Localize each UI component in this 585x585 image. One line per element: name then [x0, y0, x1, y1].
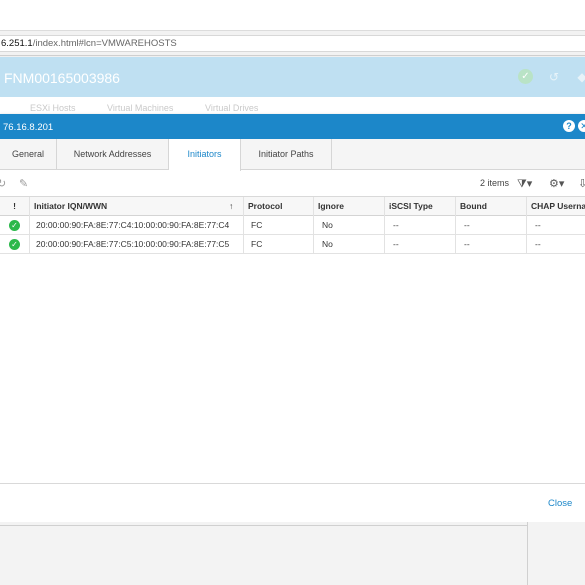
col-ignore[interactable]: Ignore [314, 197, 385, 216]
bound-cell: -- [456, 235, 527, 254]
header-icons: ✓ ↺ ◆ [518, 69, 585, 84]
status-cell: ✓ [0, 235, 30, 254]
export-icon[interactable]: ⇩ [578, 177, 585, 190]
col-initiator-iqn-label: Initiator IQN/WWN [34, 201, 108, 211]
gear-icon[interactable]: ⚙▾ [549, 177, 564, 190]
refresh-icon[interactable]: ↻ [0, 177, 6, 190]
col-bound[interactable]: Bound [456, 197, 527, 216]
url-host: 6.251.1 [1, 38, 33, 49]
background-panel [0, 522, 585, 585]
history-icon[interactable]: ↺ [547, 70, 561, 84]
col-chap-username[interactable]: CHAP Username [527, 197, 585, 216]
dialog-footer: Close [0, 483, 585, 522]
dialog-titlebar: 76.16.8.201 ? ✕ [0, 114, 585, 139]
divider [0, 525, 527, 526]
edit-icon[interactable]: ✎ [19, 177, 28, 190]
ignore-cell: No [314, 235, 385, 254]
subtab-virtual-machines[interactable]: Virtual Machines [107, 103, 173, 113]
dialog-title: 76.16.8.201 [3, 122, 54, 133]
iqn-cell: 20:00:00:90:FA:8E:77:C5:10:00:00:90:FA:8… [30, 235, 244, 254]
tab-initiator-paths[interactable]: Initiator Paths [241, 139, 332, 170]
col-initiator-iqn[interactable]: Initiator IQN/WWN ↑ [30, 197, 244, 216]
check-circle-icon: ✓ [9, 239, 20, 250]
tab-initiators[interactable]: Initiators [169, 139, 241, 171]
subtab-virtual-drives[interactable]: Virtual Drives [205, 103, 258, 113]
url-input[interactable]: 6.251.1/index.html#lcn=VMWAREHOSTS [0, 35, 585, 52]
host-details-dialog: 76.16.8.201 ? ✕ General Network Addresse… [0, 114, 585, 522]
close-icon[interactable]: ✕ [578, 120, 585, 132]
check-circle-icon: ✓ [9, 220, 20, 231]
status-cell: ✓ [0, 216, 30, 235]
dialog-tabs: General Network Addresses Initiators Ini… [0, 139, 585, 171]
close-button[interactable]: Close [548, 498, 572, 509]
col-iscsi-type[interactable]: iSCSI Type [385, 197, 456, 216]
items-count: 2 items [480, 178, 510, 188]
app-header: FNM00165003986 ✓ ↺ ◆ [0, 57, 585, 97]
sort-up-icon: ↑ [229, 201, 234, 211]
browser-tabstrip [0, 0, 585, 31]
table-row[interactable]: ✓ 20:00:00:90:FA:8E:77:C4:10:00:00:90:FA… [0, 216, 585, 235]
protocol-cell: FC [244, 235, 314, 254]
iscsi-type-cell: -- [385, 216, 456, 235]
col-status[interactable]: ! [0, 197, 30, 216]
tab-network-addresses[interactable]: Network Addresses [57, 139, 169, 170]
ignore-cell: No [314, 216, 385, 235]
browser-address-bar: 6.251.1/index.html#lcn=VMWAREHOSTS [0, 31, 585, 56]
iscsi-type-cell: -- [385, 235, 456, 254]
protocol-cell: FC [244, 216, 314, 235]
help-icon[interactable]: ? [563, 120, 575, 132]
notification-icon[interactable]: ◆ [575, 70, 585, 84]
chap-cell: -- [535, 239, 541, 249]
app-title: FNM00165003986 [4, 70, 120, 86]
app-subtabs: ESXi Hosts Virtual Machines Virtual Driv… [0, 97, 585, 114]
initiators-table: ! Initiator IQN/WWN ↑ Protocol Ignore iS… [0, 196, 585, 254]
divider [527, 522, 528, 585]
iqn-cell: 20:00:00:90:FA:8E:77:C4:10:00:00:90:FA:8… [30, 216, 244, 235]
subtab-esxi-hosts[interactable]: ESXi Hosts [30, 103, 76, 113]
chap-cell: -- [535, 220, 541, 230]
grid-toolbar: ↻ ✎ 2 items ⧩▾ ⚙▾ ⇩ [0, 171, 585, 195]
bound-cell: -- [456, 216, 527, 235]
table-row[interactable]: ✓ 20:00:00:90:FA:8E:77:C5:10:00:00:90:FA… [0, 235, 585, 254]
table-header-row: ! Initiator IQN/WWN ↑ Protocol Ignore iS… [0, 197, 585, 216]
tab-general[interactable]: General [0, 139, 57, 170]
col-protocol[interactable]: Protocol [244, 197, 314, 216]
filter-icon[interactable]: ⧩▾ [517, 177, 532, 191]
url-path: /index.html#lcn=VMWAREHOSTS [32, 38, 177, 49]
system-ok-icon[interactable]: ✓ [518, 69, 533, 84]
